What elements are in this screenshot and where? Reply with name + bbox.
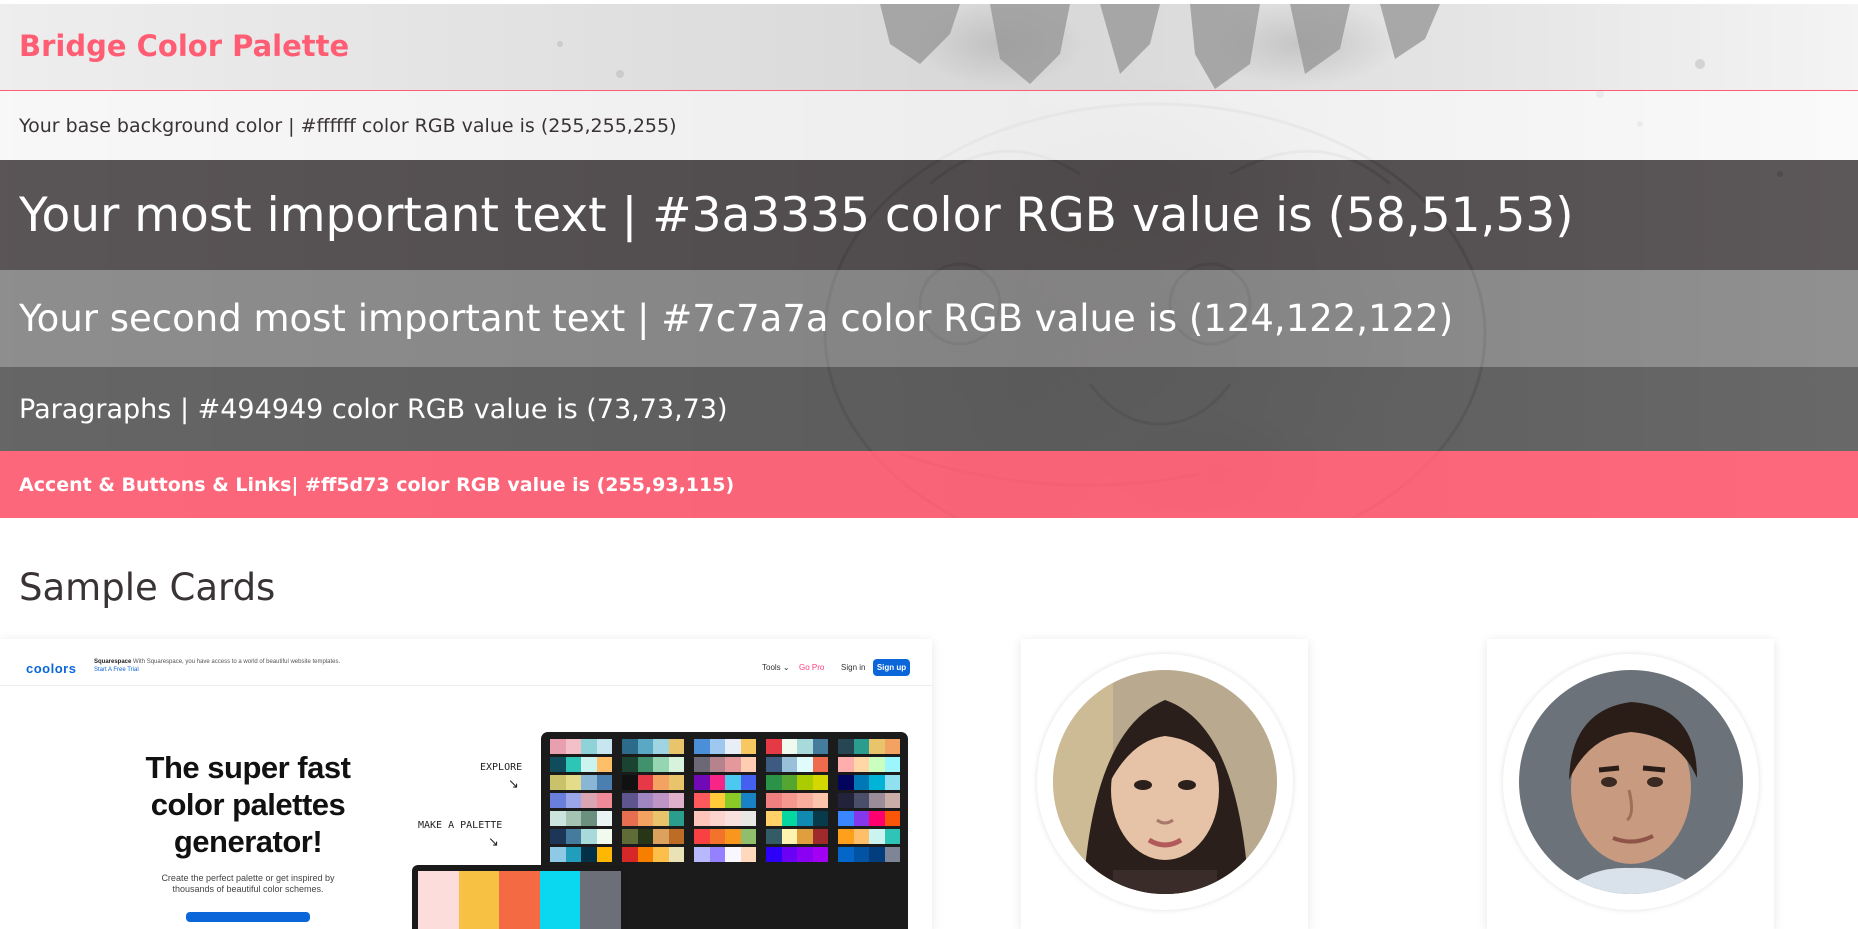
palette-swatch (694, 775, 756, 790)
palette-swatch (550, 829, 612, 844)
go-pro-link: Go Pro (799, 663, 825, 672)
ad-text: With Squarespace, you have access to a w… (133, 659, 341, 665)
screenshot-nav: coolors Squarespace With Squarespace, yo… (0, 653, 932, 686)
palette-swatch (622, 811, 684, 826)
laptop-palette (418, 871, 621, 929)
second-text-band: Your second most important text | #7c7a7… (0, 270, 1858, 367)
tools-label: Tools (762, 663, 781, 672)
chevron-down-icon: ⌄ (782, 663, 790, 672)
make-palette-label: MAKE A PALETTE (418, 820, 503, 831)
sample-card-profile[interactable] (1021, 639, 1308, 929)
palette-swatch (550, 775, 612, 790)
palette-hero: Bridge Color Palette Your base backgroun… (0, 4, 1858, 518)
man-avatar (1519, 670, 1743, 894)
arrow-icon: ↘ (508, 777, 519, 792)
palette-swatch (550, 847, 612, 862)
palette-swatch (550, 739, 612, 754)
accent-label: Accent & Buttons & Links| #ff5d73 color … (19, 473, 735, 496)
palette-swatch (622, 757, 684, 772)
important-text-band: Your most important text | #3a3335 color… (0, 160, 1858, 270)
palette-swatch (550, 757, 612, 772)
accent-band: Accent & Buttons & Links| #ff5d73 color … (0, 451, 1858, 518)
palette-swatch (766, 757, 828, 772)
man-avatar-icon (1519, 670, 1743, 894)
explore-label: EXPLORE (480, 762, 523, 773)
palette-swatch (694, 793, 756, 808)
palette-swatch (694, 811, 756, 826)
coolors-logo: coolors (26, 661, 77, 676)
palette-swatch (838, 775, 900, 790)
palette-swatch (694, 739, 756, 754)
paragraphs-band: Paragraphs | #494949 color RGB value is … (0, 367, 1858, 451)
site-header: Bridge Color Palette (0, 4, 1858, 91)
palette-swatch (694, 757, 756, 772)
palette-swatch (838, 757, 900, 772)
palette-swatch (838, 739, 900, 754)
palette-swatch (694, 829, 756, 844)
palette-swatch (838, 793, 900, 808)
arrow-icon: ↘ (488, 835, 499, 850)
tools-menu: Tools ⌄ (762, 663, 790, 672)
palette-swatch (766, 829, 828, 844)
palette-swatch (766, 793, 828, 808)
palette-swatch (622, 829, 684, 844)
screenshot-subtext: Create the perfect palette or get inspir… (161, 873, 335, 894)
avatar-frame (1037, 654, 1293, 910)
section-title: Sample Cards (19, 566, 276, 609)
palette-swatch (622, 739, 684, 754)
sign-in-link: Sign in (841, 663, 866, 672)
sign-up-button: Sign up (873, 659, 910, 676)
palette-swatch (838, 829, 900, 844)
second-text-label: Your second most important text | #7c7a7… (19, 297, 1454, 340)
palette-swatch (766, 739, 828, 754)
palette-title: Bridge Color Palette (19, 29, 350, 63)
avatar-frame (1503, 654, 1759, 910)
important-text-label: Your most important text | #3a3335 color… (19, 187, 1574, 243)
palette-swatch (622, 793, 684, 808)
palette-swatch (550, 811, 612, 826)
ad-link: Start A Free Trial (94, 667, 139, 673)
palette-swatch (694, 847, 756, 862)
palette-swatch (766, 811, 828, 826)
woman-avatar-icon (1053, 670, 1277, 894)
screenshot-cta-button (186, 912, 310, 922)
sponsor-ad: Squarespace With Squarespace, you have a… (94, 658, 344, 674)
palette-swatch (766, 775, 828, 790)
palette-swatch (838, 811, 900, 826)
palette-swatch (550, 793, 612, 808)
sample-card-screenshot[interactable]: coolors Squarespace With Squarespace, yo… (0, 639, 932, 929)
palette-swatch (622, 775, 684, 790)
base-background-label: Your base background color | #ffffff col… (19, 114, 677, 137)
woman-avatar (1053, 670, 1277, 894)
palette-swatch (622, 847, 684, 862)
base-background-band: Your base background color | #ffffff col… (0, 91, 1858, 160)
ad-brand: Squarespace (94, 659, 132, 665)
palette-swatch (838, 847, 900, 862)
paragraphs-label: Paragraphs | #494949 color RGB value is … (19, 393, 728, 425)
palette-grid (550, 739, 900, 862)
sample-card-profile[interactable] (1487, 639, 1774, 929)
palette-swatch (766, 847, 828, 862)
screenshot-headline: The super fast color palettes generator! (145, 750, 351, 859)
